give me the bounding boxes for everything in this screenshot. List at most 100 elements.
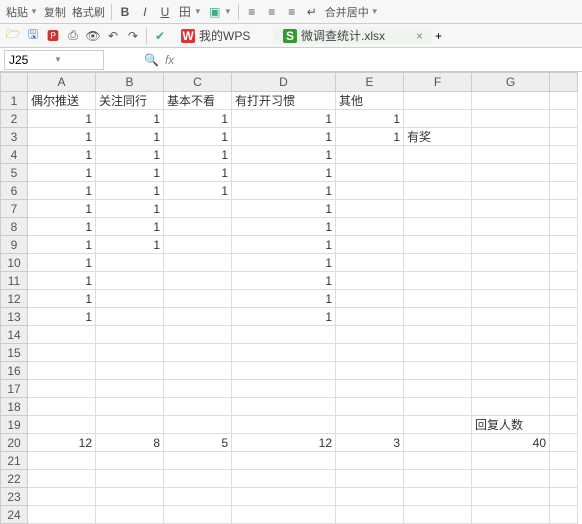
cell-C6[interactable]: 1 (164, 182, 232, 200)
cell-G2[interactable] (472, 110, 550, 128)
cell-C3[interactable]: 1 (164, 128, 232, 146)
redo-icon[interactable]: ↷ (124, 27, 142, 45)
cell-C9[interactable] (164, 236, 232, 254)
cell-A7[interactable]: 1 (28, 200, 96, 218)
align-center-button[interactable]: ≡ (263, 3, 281, 21)
cell-A13[interactable]: 1 (28, 308, 96, 326)
cell-G3[interactable] (472, 128, 550, 146)
paste-dropdown[interactable]: ▼ (30, 7, 38, 16)
cell-D7[interactable]: 1 (232, 200, 336, 218)
cell-F11[interactable] (404, 272, 472, 290)
cell-E6[interactable] (336, 182, 404, 200)
cell-G14[interactable] (472, 326, 550, 344)
cell-G9[interactable] (472, 236, 550, 254)
close-icon[interactable]: × (416, 29, 423, 43)
cell-B7[interactable]: 1 (96, 200, 164, 218)
cell-D5[interactable]: 1 (232, 164, 336, 182)
cell-D24[interactable] (232, 506, 336, 524)
cell-D3[interactable]: 1 (232, 128, 336, 146)
cell-F10[interactable] (404, 254, 472, 272)
cell-F1[interactable] (404, 92, 472, 110)
cell-B10[interactable] (96, 254, 164, 272)
row-header[interactable]: 4 (0, 146, 28, 164)
cell-E16[interactable] (336, 362, 404, 380)
row-header[interactable]: 3 (0, 128, 28, 146)
cell-F23[interactable] (404, 488, 472, 506)
cell-E12[interactable] (336, 290, 404, 308)
cell-F20[interactable] (404, 434, 472, 452)
cell-D16[interactable] (232, 362, 336, 380)
cell-G24[interactable] (472, 506, 550, 524)
pdf-icon[interactable]: 🅿 (44, 27, 62, 45)
cell-B11[interactable] (96, 272, 164, 290)
fill-dropdown[interactable]: ▼ (224, 7, 232, 16)
row-header[interactable]: 24 (0, 506, 28, 524)
row-header[interactable]: 6 (0, 182, 28, 200)
cell-extra-17[interactable] (550, 380, 578, 398)
align-right-button[interactable]: ≡ (283, 3, 301, 21)
border-button[interactable]: 田 (176, 3, 194, 21)
tab-spreadsheet[interactable]: S 微调查统计.xlsx × (273, 27, 433, 44)
search-icon[interactable]: 🔍 (144, 53, 159, 67)
merge-dropdown[interactable]: ▼ (371, 7, 379, 16)
row-header[interactable]: 2 (0, 110, 28, 128)
cell-F15[interactable] (404, 344, 472, 362)
cell-A4[interactable]: 1 (28, 146, 96, 164)
cell-A6[interactable]: 1 (28, 182, 96, 200)
cell-extra-8[interactable] (550, 218, 578, 236)
cell-D15[interactable] (232, 344, 336, 362)
cell-D9[interactable]: 1 (232, 236, 336, 254)
name-box[interactable]: J25 ▼ (4, 50, 104, 70)
cell-F19[interactable] (404, 416, 472, 434)
cell-A10[interactable]: 1 (28, 254, 96, 272)
cell-B18[interactable] (96, 398, 164, 416)
cell-E23[interactable] (336, 488, 404, 506)
cell-D13[interactable]: 1 (232, 308, 336, 326)
cell-F13[interactable] (404, 308, 472, 326)
cell-extra-11[interactable] (550, 272, 578, 290)
row-header[interactable]: 7 (0, 200, 28, 218)
cell-F7[interactable] (404, 200, 472, 218)
cell-B23[interactable] (96, 488, 164, 506)
cell-B21[interactable] (96, 452, 164, 470)
cell-D20[interactable]: 12 (232, 434, 336, 452)
col-header-F[interactable]: F (404, 72, 472, 92)
chevron-down-icon[interactable]: ▼ (54, 55, 99, 64)
align-left-button[interactable]: ≡ (243, 3, 261, 21)
cell-B14[interactable] (96, 326, 164, 344)
cell-G19[interactable]: 回复人数 (472, 416, 550, 434)
cell-C11[interactable] (164, 272, 232, 290)
cell-B4[interactable]: 1 (96, 146, 164, 164)
cell-C12[interactable] (164, 290, 232, 308)
cell-E4[interactable] (336, 146, 404, 164)
cell-extra-22[interactable] (550, 470, 578, 488)
cell-E9[interactable] (336, 236, 404, 254)
cell-E7[interactable] (336, 200, 404, 218)
cell-extra-3[interactable] (550, 128, 578, 146)
cell-C21[interactable] (164, 452, 232, 470)
cell-D6[interactable]: 1 (232, 182, 336, 200)
cell-A24[interactable] (28, 506, 96, 524)
row-header[interactable]: 19 (0, 416, 28, 434)
row-header[interactable]: 17 (0, 380, 28, 398)
cell-E3[interactable]: 1 (336, 128, 404, 146)
cell-D11[interactable]: 1 (232, 272, 336, 290)
row-header[interactable]: 9 (0, 236, 28, 254)
cell-C5[interactable]: 1 (164, 164, 232, 182)
cell-A8[interactable]: 1 (28, 218, 96, 236)
cell-C1[interactable]: 基本不看 (164, 92, 232, 110)
cell-E20[interactable]: 3 (336, 434, 404, 452)
cell-D22[interactable] (232, 470, 336, 488)
row-header[interactable]: 22 (0, 470, 28, 488)
cell-E11[interactable] (336, 272, 404, 290)
cell-C15[interactable] (164, 344, 232, 362)
cell-extra-9[interactable] (550, 236, 578, 254)
cell-C20[interactable]: 5 (164, 434, 232, 452)
cell-G5[interactable] (472, 164, 550, 182)
preview-icon[interactable]: 👁 (84, 27, 102, 45)
cell-B24[interactable] (96, 506, 164, 524)
cell-B5[interactable]: 1 (96, 164, 164, 182)
cell-F5[interactable] (404, 164, 472, 182)
undo-icon[interactable]: ↶ (104, 27, 122, 45)
cell-C24[interactable] (164, 506, 232, 524)
